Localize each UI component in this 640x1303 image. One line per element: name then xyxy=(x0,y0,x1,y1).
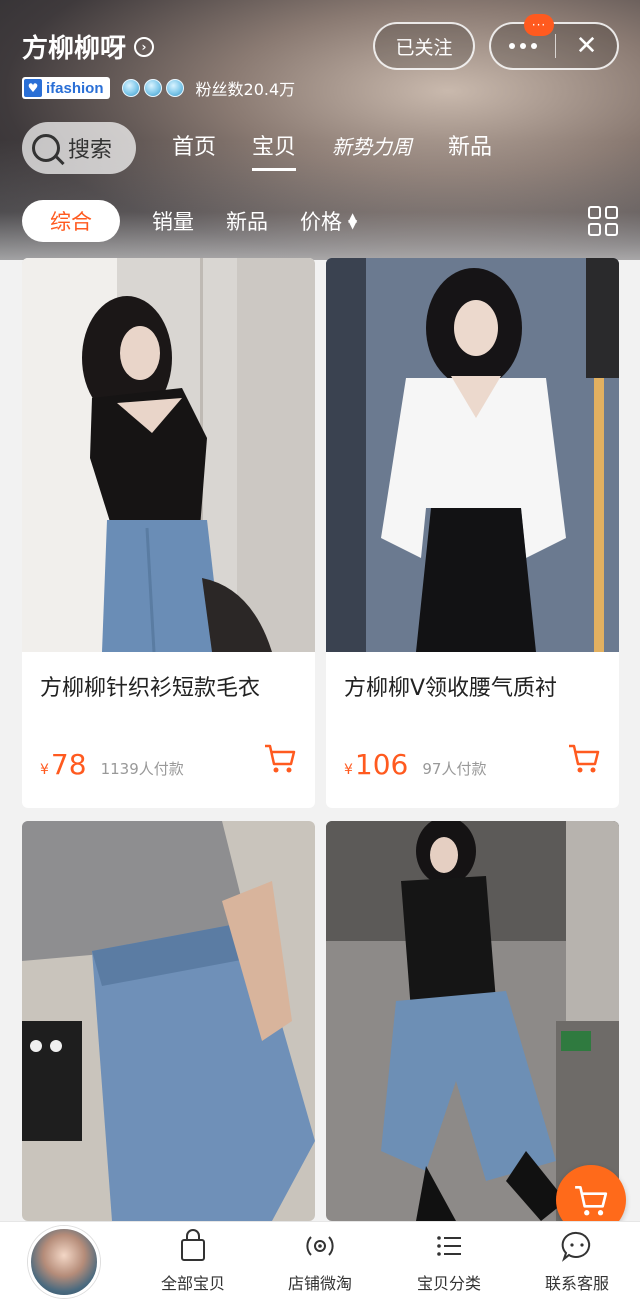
currency-symbol: ¥ xyxy=(344,762,353,778)
more-icon xyxy=(509,43,515,49)
shop-name-link[interactable]: 方柳柳呀 › xyxy=(22,28,155,65)
crown-icon xyxy=(165,79,184,97)
sold-count: 1139人付款 xyxy=(100,760,184,778)
product-price: 106 xyxy=(354,748,409,781)
shop-avatar[interactable] xyxy=(28,1226,100,1298)
product-image[interactable] xyxy=(326,258,619,652)
price-row: ¥ 106 97人付款 xyxy=(326,744,619,808)
broadcast-icon xyxy=(306,1236,334,1256)
product-image[interactable] xyxy=(22,258,315,652)
shop-header: 方柳柳呀 › ♥ ifashion 粉丝数20.4万 已关注 ✕ ··· 搜索 xyxy=(0,0,640,260)
crown-icon xyxy=(143,79,162,97)
sort-new[interactable]: 新品 xyxy=(226,206,268,236)
tab-categories[interactable]: 宝贝分类 xyxy=(394,1228,504,1294)
fans-count: 粉丝数20.4万 xyxy=(195,80,296,99)
price-row: ¥ 78 1139人付款 xyxy=(22,744,315,808)
cart-icon[interactable] xyxy=(263,742,297,774)
product-price: 78 xyxy=(50,748,87,781)
chat-bubble-icon xyxy=(561,1231,591,1262)
shop-level-crowns xyxy=(121,79,184,97)
tab-new-arrivals[interactable]: 新品 xyxy=(448,129,492,167)
cart-icon xyxy=(575,1185,608,1216)
close-button[interactable]: ✕ xyxy=(556,24,617,68)
crown-icon xyxy=(121,79,140,97)
tab-products[interactable]: 宝贝 xyxy=(252,129,297,171)
list-icon xyxy=(437,1236,461,1256)
sort-sales[interactable]: 销量 xyxy=(152,206,194,236)
search-button[interactable]: 搜索 xyxy=(22,122,136,174)
product-title: 方柳柳针织衫短款毛衣 xyxy=(40,676,261,701)
grid-view-icon[interactable] xyxy=(588,206,618,236)
heart-icon: ♥ xyxy=(24,79,42,97)
tab-all-products[interactable]: 全部宝贝 xyxy=(138,1228,248,1294)
sort-filter-bar: 综合 销量 新品 价格 ▲ ▼ xyxy=(22,200,622,242)
sort-price[interactable]: 价格 ▲ ▼ xyxy=(300,206,357,236)
follow-button[interactable]: 已关注 xyxy=(373,22,475,70)
tab-shop-weitao[interactable]: 店铺微淘 xyxy=(265,1228,375,1294)
product-card[interactable]: 方柳柳V领收腰气质衬 ¥ 106 97人付款 xyxy=(326,258,619,808)
sold-count: 97人付款 xyxy=(422,760,487,778)
ifashion-badge: ♥ ifashion xyxy=(22,77,110,99)
cart-icon[interactable] xyxy=(567,742,601,774)
product-image[interactable] xyxy=(22,821,315,1221)
shop-meta: ♥ ifashion 粉丝数20.4万 xyxy=(22,76,295,100)
shop-nav: 搜索 首页 宝贝 新势力周 新品 xyxy=(22,122,492,174)
product-card[interactable] xyxy=(22,821,315,1221)
bottom-tab-bar: 全部宝贝 店铺微淘 宝贝分类 联系客服 xyxy=(0,1221,640,1303)
notification-badge: ··· xyxy=(524,14,554,36)
search-icon xyxy=(32,134,60,162)
product-card[interactable] xyxy=(326,821,619,1221)
close-icon: ✕ xyxy=(575,31,598,61)
product-image[interactable] xyxy=(326,821,619,1221)
shop-name: 方柳柳呀 xyxy=(22,34,127,64)
sort-comprehensive[interactable]: 综合 xyxy=(22,200,120,242)
product-title: 方柳柳V领收腰气质衬 xyxy=(344,676,558,701)
shopping-bag-icon xyxy=(181,1229,205,1261)
chevron-right-icon: › xyxy=(134,36,155,57)
tab-new-power-week[interactable]: 新势力周 xyxy=(332,131,412,166)
product-card[interactable]: 方柳柳针织衫短款毛衣 ¥ 78 1139人付款 xyxy=(22,258,315,808)
mini-program-capsule: ✕ xyxy=(489,22,619,70)
tab-home[interactable]: 首页 xyxy=(172,129,216,167)
currency-symbol: ¥ xyxy=(40,762,49,778)
sort-arrows-icon: ▲ ▼ xyxy=(348,209,358,231)
tab-customer-service[interactable]: 联系客服 xyxy=(522,1228,632,1294)
